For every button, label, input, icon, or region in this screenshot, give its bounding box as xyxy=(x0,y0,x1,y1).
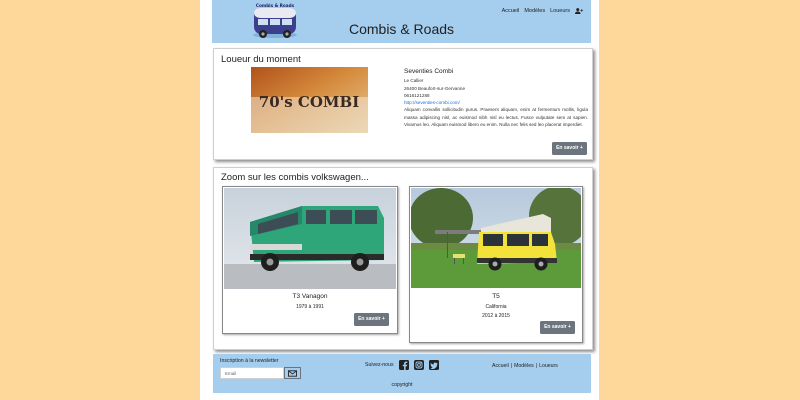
model-card-t3: T3 Vanagon 1979 à 1991 En savoir + xyxy=(222,186,398,334)
model-more-button-t3[interactable]: En savoir + xyxy=(354,313,389,326)
footer-separator: | xyxy=(510,363,513,369)
site-title: Combis & Roads xyxy=(348,21,455,37)
twitter-icon[interactable] xyxy=(428,360,439,370)
model-subtitle-t5: California xyxy=(485,304,507,310)
renter-phone: 0616121288 xyxy=(404,92,430,98)
social-follow: Suivez-nous xyxy=(365,360,439,370)
renter-address-line2: 26400 Beaufort-sur-Gervanne xyxy=(404,85,466,91)
renter-description: Aliquam convallis sollicitudin purus. Pr… xyxy=(404,107,588,128)
model-more-button-t5[interactable]: En savoir + xyxy=(540,321,575,334)
model-years-t5: 2012 à 2015 xyxy=(482,313,510,319)
footer-link-loueurs[interactable]: Loueurs xyxy=(539,363,558,369)
featured-heading: Loueur du moment xyxy=(221,54,301,65)
featured-renter-card: Loueur du moment 70's COMBI Seventies Co… xyxy=(213,48,593,160)
footer-nav: Accueil | Modèles | Loueurs xyxy=(492,363,558,369)
renter-website-link[interactable]: http://seventies-combi.com/ xyxy=(404,99,588,106)
nav-item-accueil[interactable]: Accueil xyxy=(502,8,520,14)
model-name-t5: T5 xyxy=(492,293,500,300)
facebook-icon[interactable] xyxy=(398,360,409,370)
newsletter-label: Inscription à la newsletter xyxy=(220,358,279,364)
t3-vanagon-image[interactable] xyxy=(224,188,396,289)
copyright-text: copyright xyxy=(391,382,413,388)
envelope-icon xyxy=(288,369,297,377)
renter-more-button[interactable]: En savoir + xyxy=(552,142,587,155)
svg-text:Combis & Roads: Combis & Roads xyxy=(256,3,295,8)
footer-separator: | xyxy=(535,363,538,369)
renter-address-line1: Le Callier xyxy=(404,78,424,84)
newsletter-submit-button[interactable] xyxy=(284,367,301,379)
renter-name: Seventies Combi xyxy=(404,68,454,75)
instagram-icon[interactable] xyxy=(413,360,424,370)
newsletter-email-input[interactable] xyxy=(220,367,284,379)
model-years-t3: 1979 à 1991 xyxy=(296,304,324,310)
footer-link-modeles[interactable]: Modèles xyxy=(514,363,534,369)
t5-california-image[interactable] xyxy=(411,188,581,288)
svg-text:70's COMBI: 70's COMBI xyxy=(259,93,359,111)
nav-item-loueurs[interactable]: Loueurs xyxy=(550,8,570,14)
renter-logo-image[interactable]: 70's COMBI xyxy=(251,67,368,133)
site-header: Combis & Roads Accueil Modèles Loueurs C… xyxy=(212,0,591,43)
nav-item-modeles[interactable]: Modèles xyxy=(524,8,545,14)
zoom-section-card: Zoom sur les combis volkswagen... T3 Van… xyxy=(213,167,593,350)
user-plus-icon[interactable] xyxy=(575,8,583,14)
top-nav: Accueil Modèles Loueurs xyxy=(502,8,583,14)
footer-link-accueil[interactable]: Accueil xyxy=(492,363,509,369)
model-name-t3: T3 Vanagon xyxy=(292,293,328,300)
site-footer: Inscription à la newsletter Suivez-nous xyxy=(213,354,591,393)
renter-info: Seventies Combi Le Callier 26400 Beaufor… xyxy=(404,68,588,128)
page-container: Combis & Roads Accueil Modèles Loueurs C… xyxy=(200,0,599,400)
zoom-heading: Zoom sur les combis volkswagen... xyxy=(221,172,369,183)
model-card-t5: T5 California 2012 à 2015 En savoir + xyxy=(409,186,583,343)
follow-label: Suivez-nous xyxy=(365,362,394,368)
